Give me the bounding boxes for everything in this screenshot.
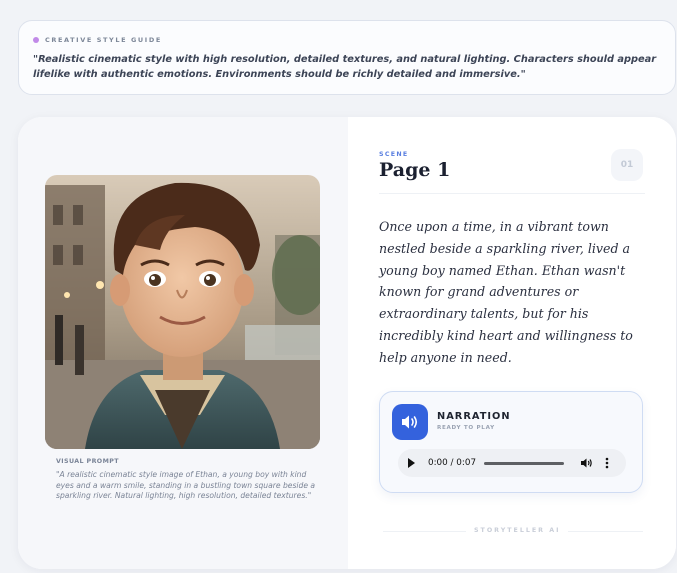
- style-guide-title: CREATIVE STYLE GUIDE: [45, 36, 162, 44]
- boy-portrait-image: [45, 175, 320, 449]
- dot-icon: [33, 37, 39, 43]
- title-divider: [379, 193, 645, 194]
- narration-play-button[interactable]: [392, 404, 428, 440]
- story-illustration: [45, 175, 320, 449]
- illustration-pane: VISUAL PROMPT "A realistic cinematic sty…: [18, 117, 348, 569]
- footer-brand: STORYTELLER AI: [466, 527, 569, 534]
- style-guide-card: CREATIVE STYLE GUIDE "Realistic cinemati…: [18, 20, 676, 95]
- audio-progress-track[interactable]: [484, 462, 564, 465]
- narration-title: NARRATION: [437, 411, 511, 422]
- audio-player[interactable]: 0:00 / 0:07: [398, 449, 626, 477]
- story-text: Once upon a time, in a vibrant town nest…: [379, 219, 633, 365]
- play-icon[interactable]: [408, 458, 415, 468]
- narration-status: READY TO PLAY: [437, 425, 495, 431]
- audio-time: 0:00 / 0:07: [428, 458, 477, 468]
- style-guide-header: CREATIVE STYLE GUIDE: [33, 36, 675, 44]
- visual-prompt-label: VISUAL PROMPT: [56, 458, 119, 465]
- speaker-icon: [402, 415, 418, 429]
- scene-label: SCENE: [379, 151, 409, 158]
- story-text-pane: SCENE Page 1 01 Once upon a time, in a v…: [348, 117, 676, 569]
- more-options-icon[interactable]: [605, 457, 609, 469]
- narration-card: NARRATION READY TO PLAY 0:00 / 0:07: [379, 391, 643, 493]
- page-number-badge: 01: [611, 149, 643, 181]
- style-guide-text: "Realistic cinematic style with high res…: [33, 54, 657, 80]
- page-title: Page 1: [379, 159, 451, 181]
- visual-prompt-text: "A realistic cinematic style image of Et…: [56, 470, 316, 500]
- story-page-card: VISUAL PROMPT "A realistic cinematic sty…: [18, 117, 676, 569]
- volume-icon[interactable]: [580, 457, 593, 469]
